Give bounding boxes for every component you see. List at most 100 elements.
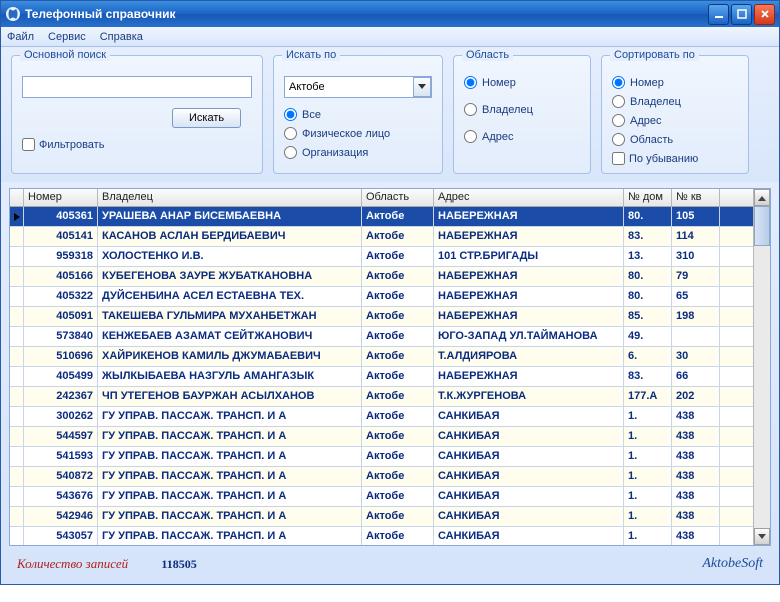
col-number[interactable]: Номер (24, 189, 98, 206)
table-row[interactable]: 300262ГУ УПРАВ. ПАССАЖ. ТРАНСП. И ААктоб… (10, 407, 753, 427)
menu-file[interactable]: Файл (7, 31, 34, 43)
cell-region: Актобе (362, 387, 434, 406)
radio-all[interactable]: Все (284, 108, 432, 121)
cell-apt: 438 (672, 507, 720, 526)
minimize-button[interactable] (708, 4, 729, 25)
cell-address: Т.АЛДИЯРОВА (434, 347, 624, 366)
row-pointer (10, 347, 24, 366)
menu-service[interactable]: Сервис (48, 31, 86, 43)
region-select[interactable] (284, 76, 432, 98)
row-pointer (10, 387, 24, 406)
radio-number[interactable]: Номер (464, 76, 580, 89)
radio-org[interactable]: Организация (284, 146, 432, 159)
close-button[interactable] (754, 4, 775, 25)
table-row[interactable]: 541593ГУ УПРАВ. ПАССАЖ. ТРАНСП. И ААктоб… (10, 447, 753, 467)
table-body: 405361УРАШЕВА АНАР БИСЕМБАЕВНААктобеНАБЕ… (10, 207, 753, 545)
cell-region: Актобе (362, 447, 434, 466)
sort-owner[interactable]: Владелец (612, 95, 738, 108)
cell-house: 1. (624, 407, 672, 426)
status-bar: Количество записей 118505 AktobeSoft (1, 546, 779, 584)
cell-house: 1. (624, 507, 672, 526)
search-input[interactable] (22, 76, 252, 98)
cell-address: НАБЕРЕЖНАЯ (434, 267, 624, 286)
table-row[interactable]: 510696ХАЙРИКЕНОВ КАМИЛЬ ДЖУМАБАЕВИЧАктоб… (10, 347, 753, 367)
cell-address: САНКИБАЯ (434, 467, 624, 486)
radio-person[interactable]: Физическое лицо (284, 127, 432, 140)
row-pointer (10, 447, 24, 466)
table-row[interactable]: 405091ТАКЕШЕВА ГУЛЬМИРА МУХАНБЕТЖАНАктоб… (10, 307, 753, 327)
cell-apt: 65 (672, 287, 720, 306)
table-row[interactable]: 540872ГУ УПРАВ. ПАССАЖ. ТРАНСП. И ААктоб… (10, 467, 753, 487)
sort-address[interactable]: Адрес (612, 114, 738, 127)
sort-desc-label: По убыванию (629, 153, 698, 165)
cell-number: 405499 (24, 367, 98, 386)
maximize-button[interactable] (731, 4, 752, 25)
cell-address: 101 СТР.БРИГАДЫ (434, 247, 624, 266)
filter-checkbox-row[interactable]: Фильтровать (22, 138, 252, 151)
col-owner[interactable]: Владелец (98, 189, 362, 206)
filter-checkbox[interactable] (22, 138, 35, 151)
table-row[interactable]: 405322ДУЙСЕНБИНА АСЕЛ ЕСТАЕВНА ТЕХ.Актоб… (10, 287, 753, 307)
filter-panel: Основной поиск Искать Фильтровать Искать… (1, 47, 779, 182)
scroll-thumb[interactable] (754, 206, 770, 246)
row-pointer (10, 507, 24, 526)
cell-owner: ХАЙРИКЕНОВ КАМИЛЬ ДЖУМАБАЕВИЧ (98, 347, 362, 366)
table-row[interactable]: 405361УРАШЕВА АНАР БИСЕМБАЕВНААктобеНАБЕ… (10, 207, 753, 227)
row-pointer (10, 427, 24, 446)
cell-address: НАБЕРЕЖНАЯ (434, 367, 624, 386)
cell-apt: 438 (672, 467, 720, 486)
table-row[interactable]: 544597ГУ УПРАВ. ПАССАЖ. ТРАНСП. И ААктоб… (10, 427, 753, 447)
scroll-track[interactable] (754, 206, 770, 528)
cell-number: 540872 (24, 467, 98, 486)
cell-apt: 438 (672, 487, 720, 506)
table-row[interactable]: 543676ГУ УПРАВ. ПАССАЖ. ТРАНСП. И ААктоб… (10, 487, 753, 507)
menu-help[interactable]: Справка (100, 31, 143, 43)
cell-house: 13. (624, 247, 672, 266)
cell-apt: 202 (672, 387, 720, 406)
table-row[interactable]: 543057ГУ УПРАВ. ПАССАЖ. ТРАНСП. И ААктоб… (10, 527, 753, 545)
col-selector[interactable] (10, 189, 24, 206)
cell-address: САНКИБАЯ (434, 407, 624, 426)
cell-region: Актобе (362, 227, 434, 246)
cell-region: Актобе (362, 467, 434, 486)
table-row[interactable]: 573840КЕНЖЕБАЕВ АЗАМАТ СЕЙТЖАНОВИЧАктобе… (10, 327, 753, 347)
scroll-down-icon[interactable] (754, 528, 770, 545)
col-apt[interactable]: № кв (672, 189, 720, 206)
cell-number: 405361 (24, 207, 98, 226)
table-row[interactable]: 405499ЖЫЛКЫБАЕВА НАЗГУЛЬ АМАНГАЗЫКАктобе… (10, 367, 753, 387)
sort-desc-checkbox[interactable] (612, 152, 625, 165)
cell-house: 80. (624, 267, 672, 286)
cell-region: Актобе (362, 407, 434, 426)
sort-region[interactable]: Область (612, 133, 738, 146)
group-title: Искать по (282, 49, 340, 61)
radio-owner[interactable]: Владелец (464, 103, 580, 116)
cell-owner: ХОЛОСТЕНКО И.В. (98, 247, 362, 266)
cell-owner: ТАКЕШЕВА ГУЛЬМИРА МУХАНБЕТЖАН (98, 307, 362, 326)
table-row[interactable]: 405141КАСАНОВ АСЛАН БЕРДИБАЕВИЧАктобеНАБ… (10, 227, 753, 247)
sort-desc-row[interactable]: По убыванию (612, 152, 738, 165)
cell-number: 541593 (24, 447, 98, 466)
cell-number: 543057 (24, 527, 98, 545)
cell-house: 83. (624, 227, 672, 246)
cell-owner: УРАШЕВА АНАР БИСЕМБАЕВНА (98, 207, 362, 226)
search-button[interactable]: Искать (172, 108, 241, 128)
row-pointer (10, 227, 24, 246)
table-row[interactable]: 542946ГУ УПРАВ. ПАССАЖ. ТРАНСП. И ААктоб… (10, 507, 753, 527)
chevron-down-icon[interactable] (413, 77, 431, 97)
vertical-scrollbar[interactable] (753, 189, 770, 545)
row-pointer (10, 467, 24, 486)
cell-region: Актобе (362, 427, 434, 446)
radio-address[interactable]: Адрес (464, 130, 580, 143)
table-row[interactable]: 242367ЧП УТЕГЕНОВ БАУРЖАН АСЫЛХАНОВАктоб… (10, 387, 753, 407)
cell-apt: 79 (672, 267, 720, 286)
table-row[interactable]: 959318ХОЛОСТЕНКО И.В.Актобе101 СТР.БРИГА… (10, 247, 753, 267)
col-house[interactable]: № дом (624, 189, 672, 206)
table-row[interactable]: 405166КУБЕГЕНОВА ЗАУРЕ ЖУБАТКАНОВНААктоб… (10, 267, 753, 287)
scroll-up-icon[interactable] (754, 189, 770, 206)
cell-number: 542946 (24, 507, 98, 526)
sort-number[interactable]: Номер (612, 76, 738, 89)
col-address[interactable]: Адрес (434, 189, 624, 206)
cell-number: 405166 (24, 267, 98, 286)
col-region[interactable]: Область (362, 189, 434, 206)
cell-apt: 438 (672, 527, 720, 545)
